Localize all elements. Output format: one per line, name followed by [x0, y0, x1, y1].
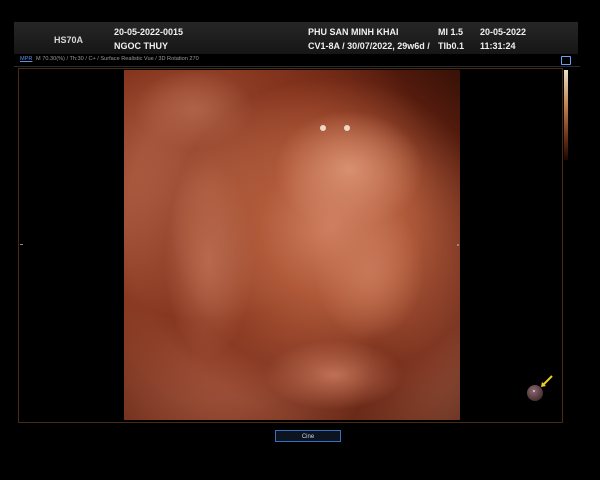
header-bar: HS70A 20-05-2022-0015 NGOC THUY PHU SAN … — [14, 22, 578, 54]
box-icon[interactable] — [561, 56, 571, 65]
left-tick-marker — [20, 244, 23, 245]
orientation-dot — [533, 390, 535, 392]
imaging-parameters: MPR M 70.30(%) / Th:30 / C+ / Surface Re… — [20, 56, 199, 62]
mode-tag[interactable]: MPR — [20, 56, 32, 62]
patient-id: 20-05-2022-0015 — [114, 27, 184, 37]
cine-button[interactable]: Cine — [275, 430, 341, 442]
divider — [14, 66, 580, 67]
arrow-icon — [541, 375, 553, 387]
exam-info: CV1-8A / 30/07/2022, 29w6d / — [308, 41, 430, 51]
sphere-icon[interactable] — [527, 385, 543, 401]
patient-name: NGOC THUY — [114, 41, 168, 51]
exam-time: 11:31:24 — [480, 41, 516, 51]
exam-date: 20-05-2022 — [480, 27, 527, 37]
right-tick-marker — [457, 244, 459, 246]
thermal-index: TIb0.1 — [438, 41, 465, 51]
3d-render-image — [124, 70, 460, 420]
device-model: HS70A — [54, 35, 84, 45]
mechanical-index: MI 1.5 — [438, 27, 464, 37]
hospital-name: PHU SAN MINH KHAI — [308, 27, 399, 37]
color-scale-bar — [564, 70, 568, 160]
parameter-text: M 70.30(%) / Th:30 / C+ / Surface Realis… — [36, 56, 199, 62]
